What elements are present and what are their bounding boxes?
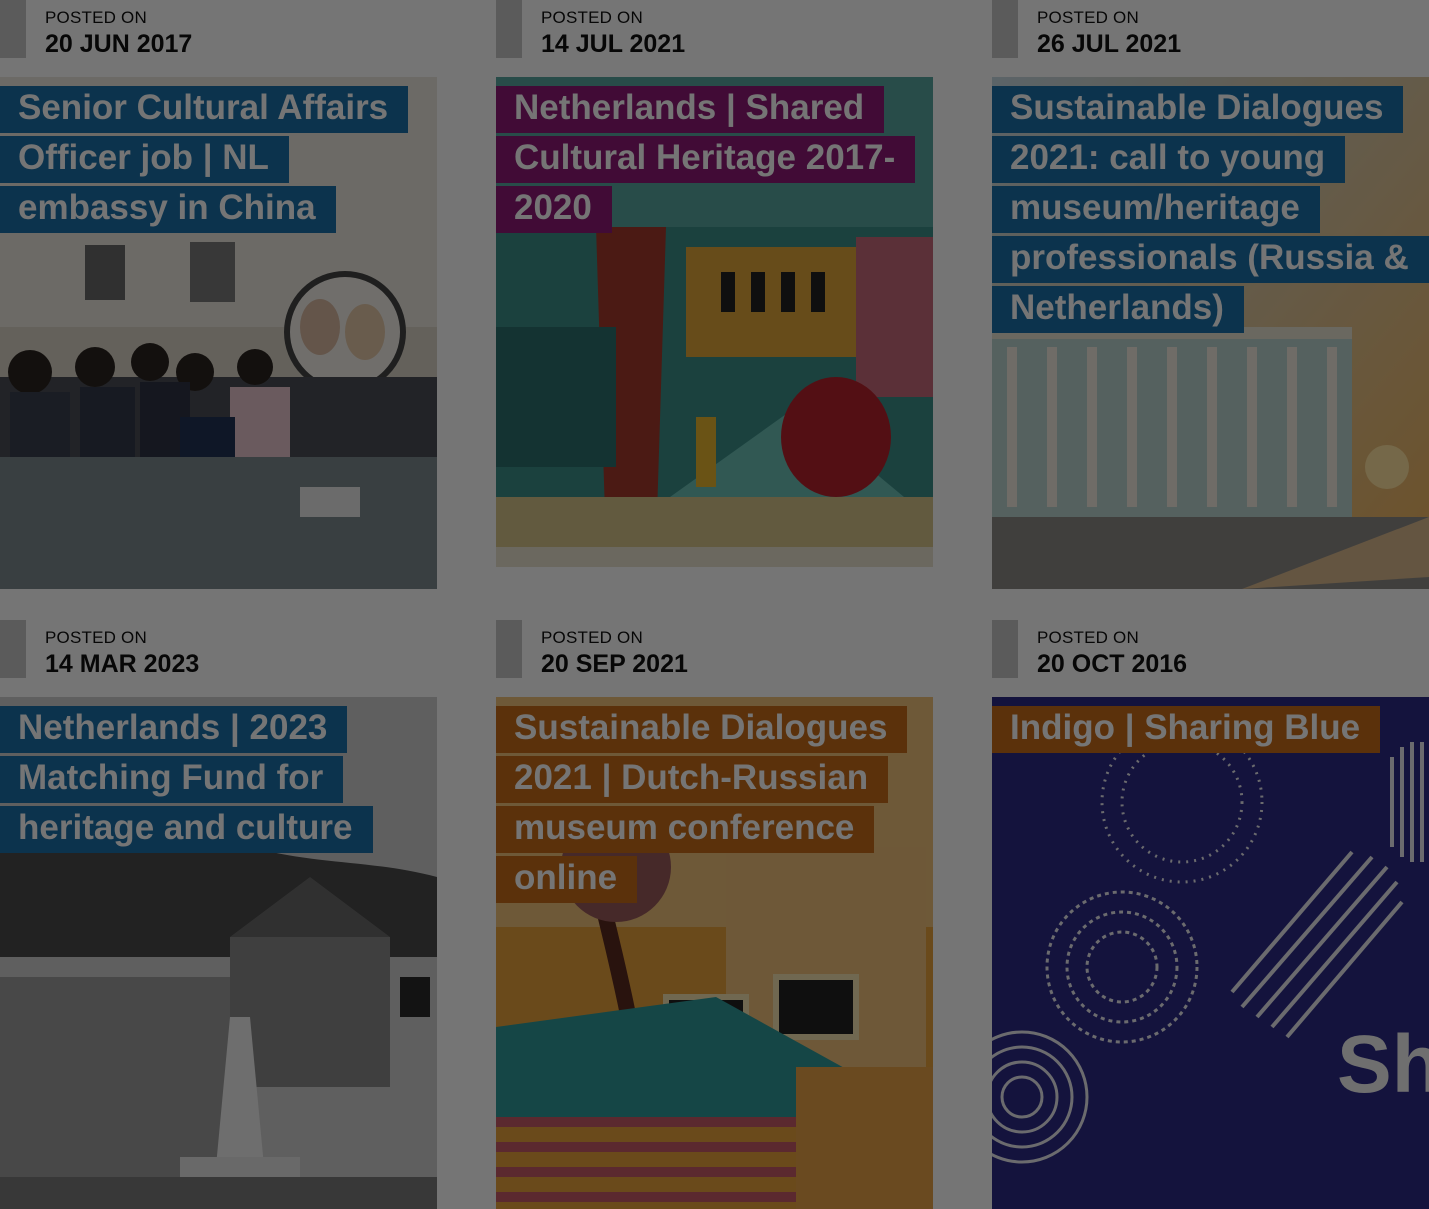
post-title-block[interactable]: Indigo | Sharing Blue (992, 703, 1412, 753)
post-date: 26 JUL 2021 (1037, 30, 1182, 58)
posted-on-label: POSTED ON (1037, 8, 1139, 27)
post-meta: POSTED ON 20 JUN 2017 (0, 0, 437, 60)
post-card[interactable]: POSTED ON 20 OCT 2016 Sh Indigo | Sharin… (992, 620, 1429, 1209)
post-thumbnail-image[interactable]: Sh (992, 697, 1429, 1209)
post-title-text[interactable]: Sustainable Dialogues 2021: call to youn… (992, 86, 1429, 333)
post-title: Indigo | Sharing Blue (992, 703, 1412, 753)
post-card[interactable]: POSTED ON 14 MAR 2023 Netherlands | 2023… (0, 620, 437, 1209)
post-date: 20 JUN 2017 (45, 30, 193, 58)
post-meta: POSTED ON 20 SEP 2021 (496, 620, 933, 680)
post-grid: POSTED ON 20 JUN 2017 Senior Cultural Af… (0, 0, 1429, 1209)
post-title: Sustainable Dialogues 2021 | Dutch-Russi… (496, 703, 916, 903)
post-card[interactable]: POSTED ON 14 JUL 2021 Netherlands | Shar… (496, 0, 933, 590)
post-card[interactable]: POSTED ON 26 JUL 2021 Sustainable Dialog… (992, 0, 1429, 590)
post-meta: POSTED ON 14 MAR 2023 (0, 620, 437, 680)
date-accent-bar (992, 620, 1018, 678)
post-title-text[interactable]: Sustainable Dialogues 2021 | Dutch-Russi… (496, 706, 908, 903)
post-meta: POSTED ON 26 JUL 2021 (992, 0, 1429, 60)
post-meta: POSTED ON 20 OCT 2016 (992, 620, 1429, 680)
posted-on-label: POSTED ON (45, 628, 147, 647)
poster-text: Sh (1337, 1019, 1429, 1110)
post-title: Netherlands | 2023 Matching Fund for her… (0, 703, 420, 853)
post-title: Sustainable Dialogues 2021: call to youn… (992, 83, 1429, 333)
post-card[interactable]: POSTED ON 20 SEP 2021 Sustainable Dialog… (496, 620, 933, 1209)
post-date: 20 OCT 2016 (1037, 650, 1188, 678)
date-accent-bar (496, 0, 522, 58)
post-card[interactable]: POSTED ON 20 JUN 2017 Senior Cultural Af… (0, 0, 437, 590)
post-title-text[interactable]: Senior Cultural Affairs Officer job | NL… (0, 86, 409, 233)
post-meta: POSTED ON 14 JUL 2021 (496, 0, 933, 60)
date-accent-bar (0, 0, 26, 58)
post-date: 14 MAR 2023 (45, 650, 200, 678)
post-title-text[interactable]: Indigo | Sharing Blue (992, 706, 1381, 753)
posted-on-label: POSTED ON (45, 8, 147, 27)
post-date: 14 JUL 2021 (541, 30, 686, 58)
date-accent-bar (0, 620, 26, 678)
posted-on-label: POSTED ON (541, 628, 643, 647)
post-title-block[interactable]: Sustainable Dialogues 2021: call to youn… (992, 83, 1429, 333)
post-date: 20 SEP 2021 (541, 650, 688, 678)
post-title: Senior Cultural Affairs Officer job | NL… (0, 83, 420, 233)
date-accent-bar (496, 620, 522, 678)
post-title: Netherlands | Shared Cultural Heritage 2… (496, 83, 916, 233)
post-title-block[interactable]: Senior Cultural Affairs Officer job | NL… (0, 83, 420, 233)
post-title-block[interactable]: Netherlands | 2023 Matching Fund for her… (0, 703, 420, 853)
post-title-block[interactable]: Sustainable Dialogues 2021 | Dutch-Russi… (496, 703, 916, 903)
date-accent-bar (992, 0, 1018, 58)
posted-on-label: POSTED ON (1037, 628, 1139, 647)
post-title-text[interactable]: Netherlands | Shared Cultural Heritage 2… (496, 86, 916, 233)
post-title-text[interactable]: Netherlands | 2023 Matching Fund for her… (0, 706, 373, 853)
post-title-block[interactable]: Netherlands | Shared Cultural Heritage 2… (496, 83, 916, 233)
posted-on-label: POSTED ON (541, 8, 643, 27)
